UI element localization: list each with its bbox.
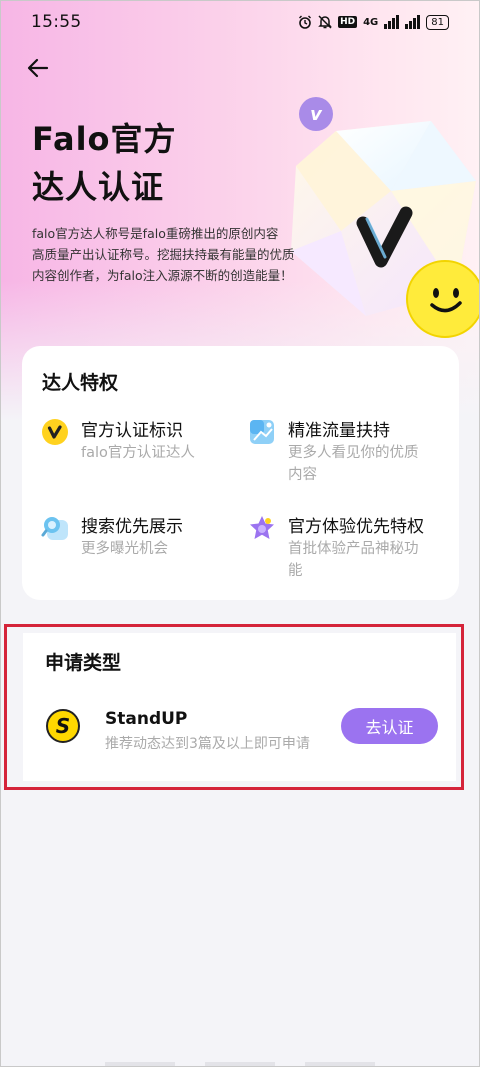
hero-description: falo官方达人称号是falo重磅推出的原创内容 高质量产出认证称号。挖掘扶持最… <box>32 223 322 286</box>
network-label: 4G <box>363 16 379 28</box>
page-title: Falo官方 达人认证 <box>32 115 177 211</box>
privilege-name: 精准流量扶持 <box>288 421 390 441</box>
privilege-name: 搜索优先展示 <box>81 517 183 537</box>
back-button[interactable] <box>23 53 53 83</box>
status-bar: 15:55 HD 4G 81 <box>1 1 479 43</box>
image-traffic-icon <box>250 420 274 444</box>
apply-type-card: 申请类型 S StandUP 推荐动态达到3篇及以上即可申请 去认证 <box>23 633 456 781</box>
privileges-title: 达人特权 <box>42 372 119 394</box>
v-badge-icon <box>42 419 68 445</box>
screen: 15:55 HD 4G 81 Falo官方 达人认证 falo官方达人称号是fa… <box>0 0 480 1067</box>
privilege-description-line: 能 <box>288 563 303 579</box>
privilege-description: 更多人看见你的优质 内容 <box>288 442 419 486</box>
verify-button[interactable]: 去认证 <box>341 708 438 744</box>
desc-line-3: 内容创作者，为falo注入源源不断的创造能量！ <box>32 268 293 283</box>
apply-type-requirement: 推荐动态达到3篇及以上即可申请 <box>105 736 310 752</box>
title-line-1: Falo官方 <box>32 120 177 158</box>
star-gift-icon <box>250 516 274 539</box>
alarm-icon <box>299 15 312 29</box>
signal-bars-icon <box>384 15 400 29</box>
search-bubble-icon <box>41 517 68 540</box>
privilege-description-line: 更多曝光机会 <box>81 541 168 557</box>
apply-type-name: StandUP <box>105 709 188 729</box>
privilege-description-line: 首批体验产品神秘功 <box>288 541 419 557</box>
privilege-description-line: falo官方认证达人 <box>81 445 195 461</box>
mute-bell-icon <box>318 15 332 29</box>
v-logo-badge: v <box>299 97 333 131</box>
privilege-description: falo官方认证达人 <box>81 442 195 464</box>
status-time: 15:55 <box>31 12 82 32</box>
status-icons: HD 4G 81 <box>298 14 449 30</box>
apply-type-title: 申请类型 <box>45 652 122 674</box>
standup-logo-icon: S <box>46 709 80 743</box>
title-line-2: 达人认证 <box>32 168 165 206</box>
desc-line-2: 高质量产出认证称号。挖掘扶持最有能量的优质 <box>32 247 295 262</box>
privilege-name: 官方认证标识 <box>81 421 183 441</box>
privilege-description: 首批体验产品神秘功 能 <box>288 538 419 582</box>
privilege-description-line: 内容 <box>288 467 317 483</box>
desc-line-1: falo官方达人称号是falo重磅推出的原创内容 <box>32 226 279 241</box>
signal-bars-icon-2 <box>405 15 421 29</box>
hd-icon: HD <box>338 16 358 28</box>
privilege-description-line: 更多人看见你的优质 <box>288 445 419 461</box>
privileges-card: 达人特权 官方认证标识 falo官方认证达人 精准流量扶持 更多人看见你的优质 … <box>22 346 459 600</box>
smiley-face-icon <box>406 260 479 338</box>
arrow-left-icon <box>27 58 49 78</box>
privilege-description: 更多曝光机会 <box>81 538 168 560</box>
bottom-edge <box>1 1062 479 1066</box>
privilege-name: 官方体验优先特权 <box>288 517 424 537</box>
battery-icon: 81 <box>426 14 449 30</box>
